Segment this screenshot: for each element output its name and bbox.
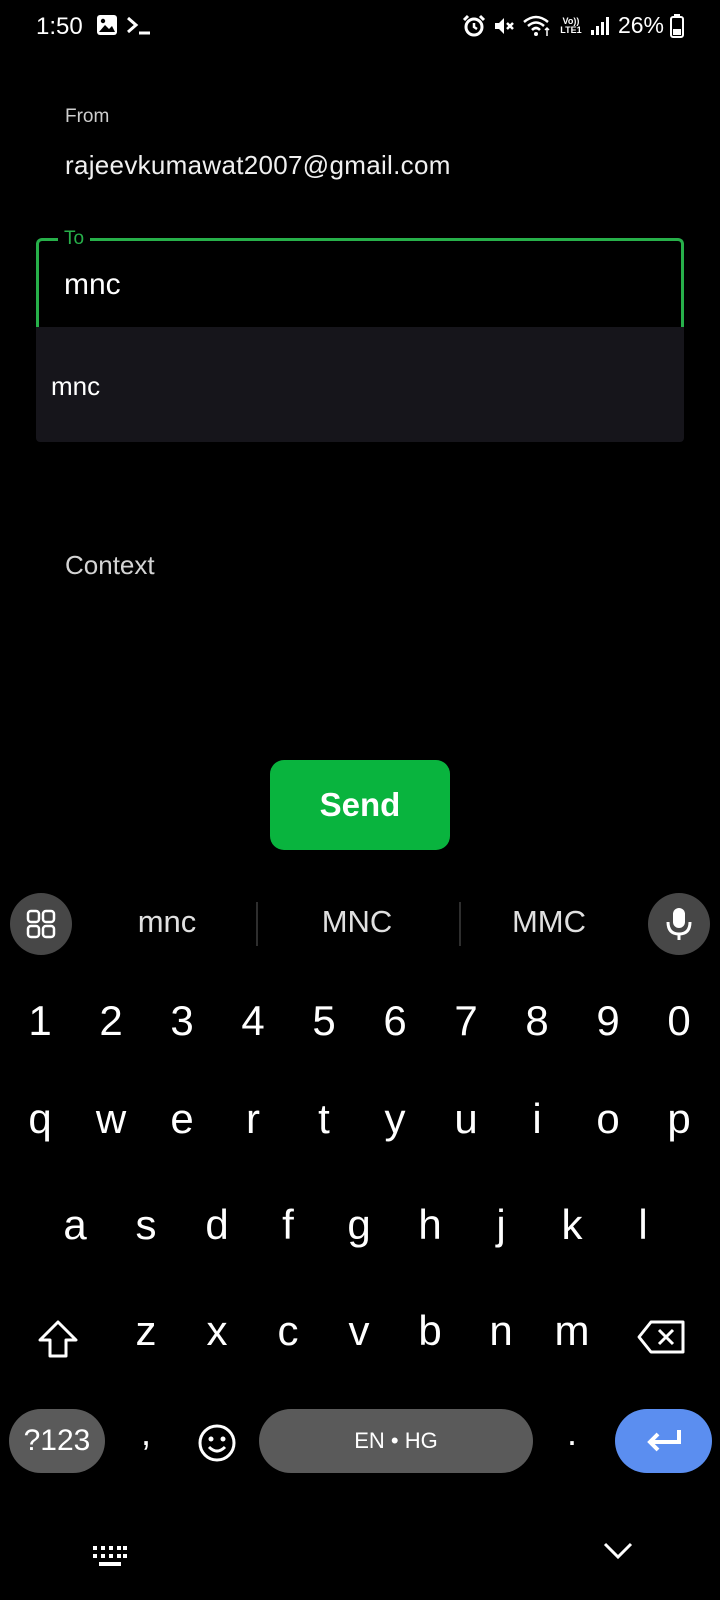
key-6[interactable]: 6	[365, 986, 425, 1056]
key-s[interactable]: s	[116, 1190, 176, 1260]
signal-icon	[590, 16, 609, 35]
key-i[interactable]: i	[507, 1084, 567, 1154]
to-input[interactable]	[64, 268, 644, 302]
key-8[interactable]: 8	[507, 986, 567, 1056]
keyboard-suggestion[interactable]: MNC	[282, 904, 432, 940]
key-m[interactable]: m	[542, 1296, 602, 1366]
status-time: 1:50	[36, 13, 83, 40]
key-b[interactable]: b	[400, 1296, 460, 1366]
from-value: rajeevkumawat2007@gmail.com	[65, 150, 451, 180]
key-c[interactable]: c	[258, 1296, 318, 1366]
status-bar: 1:50 Vo)) LTE1 26%	[0, 0, 720, 56]
key-g[interactable]: g	[329, 1190, 389, 1260]
send-button[interactable]: Send	[270, 760, 450, 850]
keyboard-suggestion[interactable]: mnc	[92, 904, 242, 940]
backspace-icon	[637, 1320, 685, 1354]
suggestion-divider	[459, 902, 461, 946]
battery-percent: 26%	[617, 12, 664, 38]
from-label: From	[65, 106, 110, 127]
key-7[interactable]: 7	[436, 986, 496, 1056]
key-9[interactable]: 9	[578, 986, 638, 1056]
key-5[interactable]: 5	[294, 986, 354, 1056]
to-label: To	[58, 228, 91, 250]
key-3[interactable]: 3	[152, 986, 212, 1056]
wifi-icon	[523, 15, 550, 36]
key-e[interactable]: e	[152, 1084, 212, 1154]
key-q[interactable]: q	[10, 1084, 70, 1154]
key-x[interactable]: x	[187, 1296, 247, 1366]
space-key[interactable]: EN • HG	[259, 1409, 533, 1473]
backspace-key[interactable]	[632, 1312, 692, 1362]
battery-icon	[670, 13, 684, 38]
autocomplete-dropdown: mnc	[36, 327, 684, 442]
key-v[interactable]: v	[329, 1296, 389, 1366]
context-field[interactable]: Context	[65, 550, 155, 581]
emoji-icon	[198, 1424, 236, 1462]
alarm-icon	[462, 14, 486, 36]
keyboard-suggestion-bar: mnc MNC MMC	[0, 890, 720, 958]
shift-key[interactable]	[30, 1310, 86, 1370]
shift-icon	[38, 1320, 78, 1358]
symbols-key[interactable]: ?123	[9, 1409, 105, 1473]
key-2[interactable]: 2	[81, 986, 141, 1056]
key-4[interactable]: 4	[223, 986, 283, 1056]
microphone-icon	[666, 908, 692, 940]
key-f[interactable]: f	[258, 1190, 318, 1260]
key-u[interactable]: u	[436, 1084, 496, 1154]
network-label: Vo)) LTE1	[560, 15, 582, 35]
key-t[interactable]: t	[294, 1084, 354, 1154]
key-p[interactable]: p	[649, 1084, 709, 1154]
keyboard-menu-button[interactable]	[10, 893, 72, 955]
key-j[interactable]: j	[471, 1190, 531, 1260]
emoji-key[interactable]	[192, 1418, 242, 1468]
key-z[interactable]: z	[116, 1296, 176, 1366]
mute-icon	[494, 17, 514, 34]
key-d[interactable]: d	[187, 1190, 247, 1260]
key-h[interactable]: h	[400, 1190, 460, 1260]
key-o[interactable]: o	[578, 1084, 638, 1154]
key-l[interactable]: l	[613, 1190, 673, 1260]
key-0[interactable]: 0	[649, 986, 709, 1056]
autocomplete-option[interactable]: mnc	[51, 371, 100, 402]
key-n[interactable]: n	[471, 1296, 531, 1366]
gallery-icon	[97, 15, 117, 35]
keyboard-suggestion[interactable]: MMC	[474, 904, 624, 940]
key-k[interactable]: k	[542, 1190, 602, 1260]
key-y[interactable]: y	[365, 1084, 425, 1154]
comma-key[interactable]: ,	[116, 1398, 176, 1468]
key-r[interactable]: r	[223, 1084, 283, 1154]
key-a[interactable]: a	[45, 1190, 105, 1260]
key-1[interactable]: 1	[10, 986, 70, 1056]
keyboard-switch-icon[interactable]	[92, 1544, 128, 1568]
voice-input-button[interactable]	[648, 893, 710, 955]
chevron-down-icon[interactable]	[602, 1540, 634, 1562]
key-w[interactable]: w	[81, 1084, 141, 1154]
period-key[interactable]: .	[542, 1398, 602, 1468]
grid-icon	[26, 909, 56, 939]
suggestion-divider	[256, 902, 258, 946]
enter-icon	[646, 1430, 681, 1452]
enter-key[interactable]	[615, 1409, 712, 1473]
terminal-icon	[127, 16, 150, 35]
